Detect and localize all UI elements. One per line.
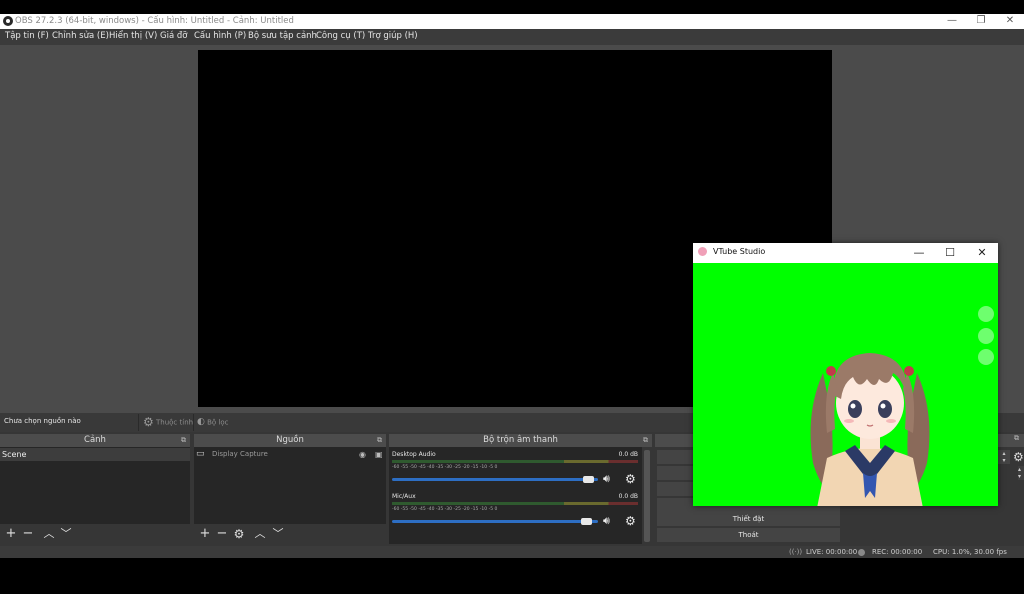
mic-aux-label: Mic/Aux [392,493,416,500]
menu-scene-collection[interactable]: Bộ sưu tập cảnh [248,29,317,44]
menu-docks[interactable]: Giá đỡ [160,29,187,44]
scenes-dock-title: Cảnh [84,435,106,445]
undock-icon[interactable]: ⧉ [1014,434,1019,443]
scenes-dock: Cảnh ⧉ [0,434,190,447]
mic-aux-slider-handle[interactable] [580,518,592,525]
scenes-dock-header: Cảnh ⧉ [0,434,190,447]
scenes-footer: + − ︿ ﹀ [0,524,190,544]
audio-mixer-title: Bộ trộn âm thanh [483,435,558,445]
sources-footer: + − ⚙ ︿ ﹀ [194,524,386,544]
menu-tools[interactable]: Công cụ (T) [316,29,365,44]
lock-icon[interactable]: ▣ [375,448,383,461]
source-list-item[interactable]: ▭ Display Capture ◉ ▣ [194,448,386,461]
mixer-scrollbar[interactable] [644,450,650,542]
add-source-button[interactable]: + [196,525,214,543]
top-black-strip [0,0,1024,14]
menu-file[interactable]: Tập tin (F) [5,29,49,44]
vts-maximize-button[interactable]: ☐ [938,244,962,261]
exit-button[interactable]: Thoát [657,528,840,542]
vtube-studio-window[interactable]: VTube Studio — ☐ ✕ [693,243,998,506]
sources-dock-header: Nguồn ⧉ [194,434,386,447]
maximize-button[interactable]: ❐ [966,14,996,29]
obs-title-bar: OBS 27.2.3 (64-bit, windows) - Cấu hình:… [0,14,1024,29]
rec-timer: REC: 00:00:00 [872,548,923,556]
record-dot-icon [858,549,865,556]
source-settings-gear-icon[interactable]: ⚙ [230,525,248,543]
menu-profile[interactable]: Cấu hình (P) [194,29,246,44]
menu-bar: Tập tin (F) Chỉnh sửa (E) Hiển thị (V) G… [0,29,1024,45]
vts-menu-dot-icon[interactable] [978,328,994,344]
remove-source-button[interactable]: − [213,525,231,543]
gear-icon[interactable]: ⚙ [625,514,636,528]
mic-aux-scale: -60 -55 -50 -45 -40 -35 -30 -25 -20 -15 … [392,507,498,512]
add-scene-button[interactable]: + [2,525,20,543]
menu-view[interactable]: Hiển thị (V) [109,29,157,44]
speaker-icon[interactable]: 🔊︎ [603,472,610,486]
gear-icon: ⚙ [143,415,154,429]
monitor-icon: ▭ [196,449,205,459]
settings-button[interactable]: Thiết đặt [657,512,840,526]
vts-minimize-button[interactable]: — [907,244,931,261]
speaker-icon[interactable]: 🔊︎ [603,514,610,528]
window-title: OBS 27.2.3 (64-bit, windows) - Cấu hình:… [15,16,294,26]
desktop-audio-slider-handle[interactable] [582,476,594,483]
mic-aux-db: 0.0 dB [618,493,638,500]
scene-list-item[interactable]: Scene [0,448,190,461]
status-bar: ((·)) LIVE: 00:00:00 REC: 00:00:00 CPU: … [0,546,1024,558]
move-down-icon[interactable]: ﹀ [269,525,287,543]
gear-icon[interactable]: ⚙ [625,472,636,486]
no-source-selected-label: Chưa chọn nguồn nào [4,417,81,425]
vts-menu-dot-icon[interactable] [978,349,994,365]
vts-menu-dot-icon[interactable] [978,306,994,322]
live-signal-icon: ((·)) [789,548,803,556]
sources-dock-title: Nguồn [276,435,304,445]
undock-icon[interactable]: ⧉ [643,434,648,447]
audio-mixer-dock: Bộ trộn âm thanh ⧉ [389,434,652,447]
desktop-audio-db: 0.0 dB [618,451,638,458]
desktop-audio-volume-slider[interactable] [392,478,598,481]
cpu-fps-readout: CPU: 1.0%, 30.00 fps [933,548,1007,556]
desktop-audio-meter [392,460,638,463]
menu-help[interactable]: Trợ giúp (H) [368,29,418,44]
vtube-green-screen-canvas [693,263,998,506]
undock-icon[interactable]: ⧉ [181,434,186,447]
audio-mixer-header: Bộ trộn âm thanh ⧉ [389,434,652,447]
filters-button[interactable]: ◐ Bộ lọc [193,414,237,431]
move-up-icon[interactable]: ︿ [251,525,269,543]
move-down-icon[interactable]: ﹀ [57,525,75,543]
transition-gear-icon[interactable]: ⚙ [1013,450,1024,464]
minimize-button[interactable]: — [937,14,967,29]
sources-dock: Nguồn ⧉ [194,434,386,447]
source-name: Display Capture [212,450,268,458]
move-up-icon[interactable]: ︿ [40,525,58,543]
undock-icon[interactable]: ⧉ [377,434,382,447]
close-button[interactable]: ✕ [995,14,1024,29]
transition-duration-spinner[interactable]: ▴ ▾ [1018,466,1024,480]
menu-edit[interactable]: Chỉnh sửa (E) [52,29,109,44]
transition-spinbox[interactable]: ▴ ▾ [998,450,1010,464]
mic-aux-volume-slider[interactable] [392,520,598,523]
filter-icon: ◐ [197,417,205,427]
properties-button[interactable]: ⚙ Thuộc tính [138,414,195,431]
remove-scene-button[interactable]: − [19,525,37,543]
live-timer: LIVE: 00:00:00 [806,548,858,556]
anime-avatar-model [810,353,930,506]
vts-close-button[interactable]: ✕ [970,244,994,261]
mic-aux-meter [392,502,638,505]
desktop-audio-scale: -60 -55 -50 -45 -40 -35 -30 -25 -20 -15 … [392,465,498,470]
vtube-studio-title: VTube Studio [713,247,766,256]
obs-logo-icon [3,16,13,26]
vtube-studio-logo-icon [698,247,707,256]
desktop-audio-label: Desktop Audio [392,451,436,458]
visibility-eye-icon[interactable]: ◉ [359,448,366,461]
